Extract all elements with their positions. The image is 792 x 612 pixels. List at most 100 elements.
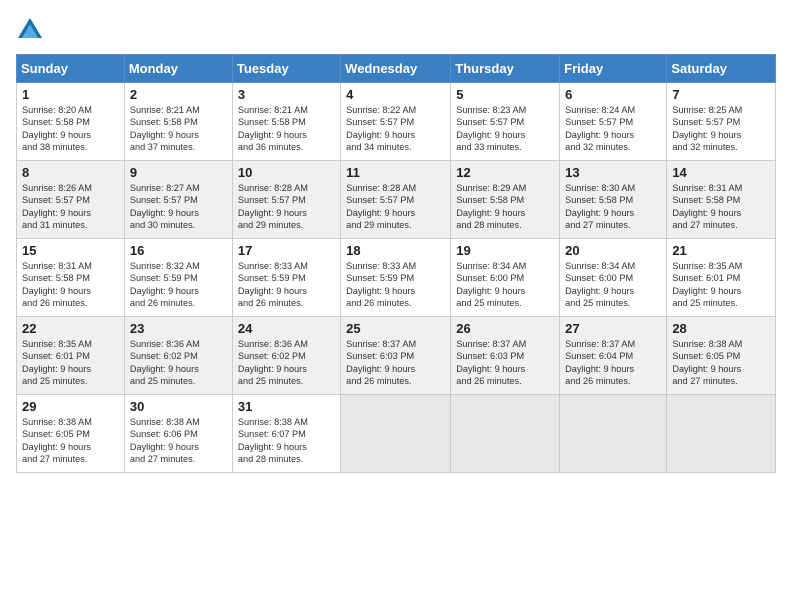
day-info: Sunrise: 8:21 AM Sunset: 5:58 PM Dayligh… (130, 104, 227, 154)
calendar-cell: 25Sunrise: 8:37 AM Sunset: 6:03 PM Dayli… (341, 317, 451, 395)
day-number: 23 (130, 321, 227, 336)
logo (16, 16, 48, 44)
calendar-header-row: SundayMondayTuesdayWednesdayThursdayFrid… (17, 55, 776, 83)
day-info: Sunrise: 8:24 AM Sunset: 5:57 PM Dayligh… (565, 104, 661, 154)
calendar-cell (560, 395, 667, 473)
day-info: Sunrise: 8:37 AM Sunset: 6:03 PM Dayligh… (456, 338, 554, 388)
calendar-week-1: 1 Sunrise: 8:20 AM Sunset: 5:58 PM Daylig… (17, 83, 776, 161)
day-number: 3 (238, 87, 335, 102)
calendar-cell: 3 Sunrise: 8:21 AM Sunset: 5:58 PM Daylig… (232, 83, 340, 161)
day-info: Sunrise: 8:31 AM Sunset: 5:58 PM Dayligh… (672, 182, 770, 232)
calendar-cell: 6 Sunrise: 8:24 AM Sunset: 5:57 PM Daylig… (560, 83, 667, 161)
calendar-cell: 4 Sunrise: 8:22 AM Sunset: 5:57 PM Daylig… (341, 83, 451, 161)
day-number: 14 (672, 165, 770, 180)
day-number: 19 (456, 243, 554, 258)
calendar-header-wednesday: Wednesday (341, 55, 451, 83)
day-info: Sunrise: 8:21 AM Sunset: 5:58 PM Dayligh… (238, 104, 335, 154)
calendar-cell: 16 Sunrise: 8:32 AM Sunset: 5:59 PM Dayli… (124, 239, 232, 317)
day-number: 11 (346, 165, 445, 180)
calendar-cell: 13 Sunrise: 8:30 AM Sunset: 5:58 PM Dayli… (560, 161, 667, 239)
calendar-cell: 9 Sunrise: 8:27 AM Sunset: 5:57 PM Daylig… (124, 161, 232, 239)
calendar-cell: 7 Sunrise: 8:25 AM Sunset: 5:57 PM Daylig… (667, 83, 776, 161)
calendar-header-saturday: Saturday (667, 55, 776, 83)
calendar-header-thursday: Thursday (451, 55, 560, 83)
day-number: 8 (22, 165, 119, 180)
day-number: 31 (238, 399, 335, 414)
calendar-week-2: 8Sunrise: 8:26 AM Sunset: 5:57 PM Daylig… (17, 161, 776, 239)
calendar-cell: 24 Sunrise: 8:36 AM Sunset: 6:02 PM Dayli… (232, 317, 340, 395)
day-number: 12 (456, 165, 554, 180)
day-number: 10 (238, 165, 335, 180)
day-info: Sunrise: 8:25 AM Sunset: 5:57 PM Dayligh… (672, 104, 770, 154)
day-number: 24 (238, 321, 335, 336)
day-number: 21 (672, 243, 770, 258)
day-number: 7 (672, 87, 770, 102)
day-info: Sunrise: 8:28 AM Sunset: 5:57 PM Dayligh… (346, 182, 445, 232)
day-number: 17 (238, 243, 335, 258)
calendar-cell: 1 Sunrise: 8:20 AM Sunset: 5:58 PM Daylig… (17, 83, 125, 161)
day-info: Sunrise: 8:29 AM Sunset: 5:58 PM Dayligh… (456, 182, 554, 232)
calendar-header-tuesday: Tuesday (232, 55, 340, 83)
calendar-cell: 27Sunrise: 8:37 AM Sunset: 6:04 PM Dayli… (560, 317, 667, 395)
calendar-cell: 28 Sunrise: 8:38 AM Sunset: 6:05 PM Dayli… (667, 317, 776, 395)
day-info: Sunrise: 8:31 AM Sunset: 5:58 PM Dayligh… (22, 260, 119, 310)
day-number: 28 (672, 321, 770, 336)
day-number: 9 (130, 165, 227, 180)
day-info: Sunrise: 8:37 AM Sunset: 6:03 PM Dayligh… (346, 338, 445, 388)
calendar-cell: 14 Sunrise: 8:31 AM Sunset: 5:58 PM Dayli… (667, 161, 776, 239)
day-info: Sunrise: 8:27 AM Sunset: 5:57 PM Dayligh… (130, 182, 227, 232)
day-info: Sunrise: 8:30 AM Sunset: 5:58 PM Dayligh… (565, 182, 661, 232)
day-number: 18 (346, 243, 445, 258)
day-info: Sunrise: 8:20 AM Sunset: 5:58 PM Dayligh… (22, 104, 119, 154)
day-number: 15 (22, 243, 119, 258)
day-info: Sunrise: 8:36 AM Sunset: 6:02 PM Dayligh… (130, 338, 227, 388)
day-info: Sunrise: 8:38 AM Sunset: 6:05 PM Dayligh… (672, 338, 770, 388)
day-info: Sunrise: 8:32 AM Sunset: 5:59 PM Dayligh… (130, 260, 227, 310)
calendar-cell: 5 Sunrise: 8:23 AM Sunset: 5:57 PM Daylig… (451, 83, 560, 161)
day-info: Sunrise: 8:22 AM Sunset: 5:57 PM Dayligh… (346, 104, 445, 154)
day-number: 2 (130, 87, 227, 102)
day-number: 20 (565, 243, 661, 258)
calendar-header-monday: Monday (124, 55, 232, 83)
logo-icon (16, 16, 44, 44)
calendar-cell: 26 Sunrise: 8:37 AM Sunset: 6:03 PM Dayli… (451, 317, 560, 395)
day-info: Sunrise: 8:34 AM Sunset: 6:00 PM Dayligh… (456, 260, 554, 310)
day-number: 30 (130, 399, 227, 414)
day-info: Sunrise: 8:38 AM Sunset: 6:07 PM Dayligh… (238, 416, 335, 466)
calendar-cell: 18Sunrise: 8:33 AM Sunset: 5:59 PM Dayli… (341, 239, 451, 317)
calendar-cell: 31 Sunrise: 8:38 AM Sunset: 6:07 PM Dayli… (232, 395, 340, 473)
day-info: Sunrise: 8:23 AM Sunset: 5:57 PM Dayligh… (456, 104, 554, 154)
day-number: 29 (22, 399, 119, 414)
calendar-cell: 17Sunrise: 8:33 AM Sunset: 5:59 PM Dayli… (232, 239, 340, 317)
day-number: 13 (565, 165, 661, 180)
calendar-week-5: 29 Sunrise: 8:38 AM Sunset: 6:05 PM Dayli… (17, 395, 776, 473)
day-number: 27 (565, 321, 661, 336)
day-info: Sunrise: 8:35 AM Sunset: 6:01 PM Dayligh… (22, 338, 119, 388)
day-number: 6 (565, 87, 661, 102)
header (16, 16, 776, 44)
day-info: Sunrise: 8:34 AM Sunset: 6:00 PM Dayligh… (565, 260, 661, 310)
calendar-table: SundayMondayTuesdayWednesdayThursdayFrid… (16, 54, 776, 473)
calendar-cell: 21 Sunrise: 8:35 AM Sunset: 6:01 PM Dayli… (667, 239, 776, 317)
day-info: Sunrise: 8:38 AM Sunset: 6:06 PM Dayligh… (130, 416, 227, 466)
calendar-cell: 10 Sunrise: 8:28 AM Sunset: 5:57 PM Dayli… (232, 161, 340, 239)
calendar-cell (341, 395, 451, 473)
calendar-cell: 29 Sunrise: 8:38 AM Sunset: 6:05 PM Dayli… (17, 395, 125, 473)
calendar-cell: 12 Sunrise: 8:29 AM Sunset: 5:58 PM Dayli… (451, 161, 560, 239)
calendar-week-4: 22Sunrise: 8:35 AM Sunset: 6:01 PM Dayli… (17, 317, 776, 395)
day-info: Sunrise: 8:38 AM Sunset: 6:05 PM Dayligh… (22, 416, 119, 466)
calendar-cell: 2 Sunrise: 8:21 AM Sunset: 5:58 PM Daylig… (124, 83, 232, 161)
day-number: 1 (22, 87, 119, 102)
day-number: 4 (346, 87, 445, 102)
day-number: 26 (456, 321, 554, 336)
calendar-cell (667, 395, 776, 473)
day-info: Sunrise: 8:36 AM Sunset: 6:02 PM Dayligh… (238, 338, 335, 388)
day-info: Sunrise: 8:35 AM Sunset: 6:01 PM Dayligh… (672, 260, 770, 310)
calendar-cell: 22Sunrise: 8:35 AM Sunset: 6:01 PM Dayli… (17, 317, 125, 395)
day-number: 16 (130, 243, 227, 258)
day-number: 5 (456, 87, 554, 102)
calendar-cell (451, 395, 560, 473)
calendar-cell: 23 Sunrise: 8:36 AM Sunset: 6:02 PM Dayli… (124, 317, 232, 395)
day-info: Sunrise: 8:28 AM Sunset: 5:57 PM Dayligh… (238, 182, 335, 232)
calendar-cell: 20 Sunrise: 8:34 AM Sunset: 6:00 PM Dayli… (560, 239, 667, 317)
